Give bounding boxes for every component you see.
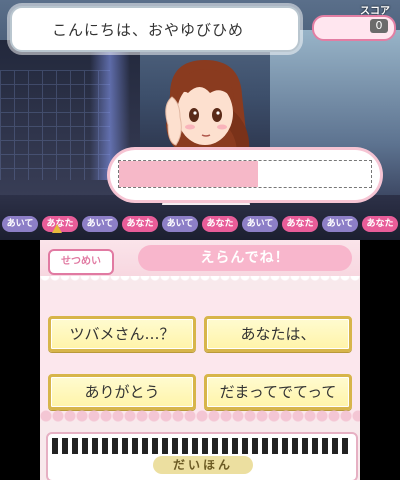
bottom-screen: せつめい えらんでね！ ツバメさん…？ あなたは、 ありがとう だまってでてって… bbox=[40, 240, 360, 480]
turn-chip-4: あなた bbox=[122, 216, 158, 232]
turn-chip-9: あいて bbox=[322, 216, 358, 232]
choice-button-1[interactable]: ツバメさん…？ bbox=[48, 316, 196, 352]
lace-trim bbox=[40, 276, 360, 284]
choice-button-2[interactable]: あなたは、 bbox=[204, 316, 352, 352]
manual-button[interactable]: せつめい bbox=[48, 249, 114, 275]
speech-text: こんにちは、おやゆびひめ bbox=[52, 20, 245, 39]
turn-chip-10: あなた bbox=[362, 216, 398, 232]
scallop-trim bbox=[40, 408, 360, 424]
top-screen: こんにちは、おやゆびひめ スコア 0 あいて あなた あいて あなた あいて あ… bbox=[0, 0, 400, 240]
piano-keys bbox=[52, 438, 352, 454]
turn-chip-6: あなた bbox=[202, 216, 238, 232]
gauge-track bbox=[118, 160, 372, 188]
gauge-fill bbox=[119, 161, 258, 187]
score-box: 0 bbox=[312, 15, 396, 41]
score-panel: スコア 0 bbox=[312, 2, 396, 41]
score-value: 0 bbox=[370, 19, 388, 33]
script-button[interactable]: だいほん bbox=[46, 432, 358, 480]
bottom-header: せつめい えらんでね！ bbox=[40, 240, 360, 276]
choice-button-3[interactable]: ありがとう bbox=[48, 374, 196, 410]
heart-gauge bbox=[110, 150, 380, 200]
turn-chip-7: あいて bbox=[242, 216, 278, 232]
turn-chip-8: あなた bbox=[282, 216, 318, 232]
current-turn-marker bbox=[52, 224, 62, 233]
script-label: だいほん bbox=[172, 458, 233, 472]
turn-chip-3: あいて bbox=[82, 216, 118, 232]
choose-prompt: えらんでね！ bbox=[138, 245, 352, 271]
speech-bubble: こんにちは、おやゆびひめ bbox=[10, 6, 300, 52]
turn-chip-5: あいて bbox=[162, 216, 198, 232]
turn-chip-1: あいて bbox=[2, 216, 38, 232]
choice-button-4[interactable]: だまってでてって bbox=[204, 374, 352, 410]
